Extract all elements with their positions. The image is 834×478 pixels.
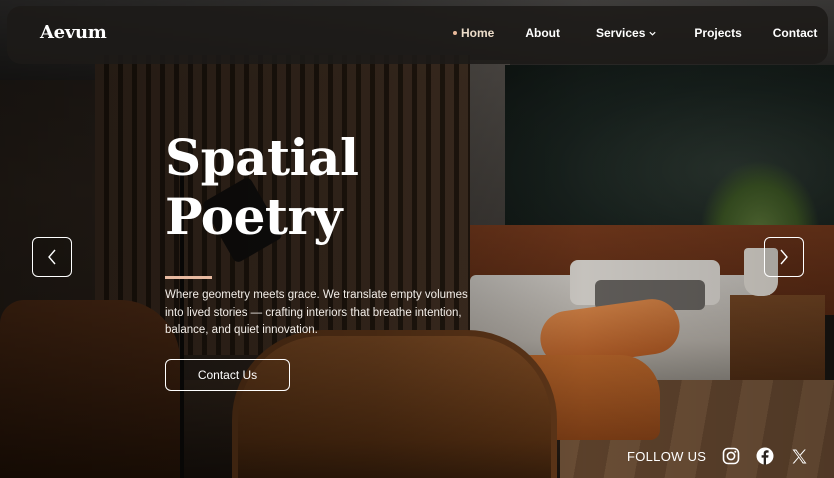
active-dot-icon	[453, 31, 457, 35]
instagram-icon[interactable]	[722, 447, 740, 465]
nav-item-label: Services	[596, 26, 646, 40]
nav-item-services[interactable]: Services	[596, 26, 657, 40]
nav-item-about[interactable]: About	[525, 26, 560, 40]
hero-background-image	[0, 0, 834, 478]
hero-title-line-2: Poetry	[165, 187, 342, 246]
contact-us-button[interactable]: Contact Us	[165, 359, 290, 391]
social-follow: FOLLOW US	[627, 447, 808, 465]
nav-links: Home About Services Projects Contact	[453, 26, 817, 40]
brand-logo[interactable]: Aevum	[40, 22, 107, 43]
chevron-down-icon	[649, 31, 657, 36]
carousel-next-button[interactable]	[764, 237, 804, 277]
hero-title-line-1: Spatial	[165, 128, 359, 187]
follow-label: FOLLOW US	[627, 448, 707, 464]
top-navbar: Aevum Home About Services Projects Conta…	[7, 6, 828, 64]
hero-title: Spatial Poetry	[165, 128, 359, 246]
nav-item-contact[interactable]: Contact	[773, 26, 818, 40]
nav-item-label: Home	[461, 26, 495, 40]
carousel-prev-button[interactable]	[32, 237, 72, 277]
hero-description: Where geometry meets grace. We translate…	[165, 289, 468, 336]
accent-divider	[165, 276, 212, 279]
x-icon[interactable]	[790, 447, 808, 465]
chevron-left-icon	[48, 249, 56, 265]
chevron-right-icon	[780, 249, 788, 265]
nav-item-projects[interactable]: Projects	[694, 26, 741, 40]
nav-item-home[interactable]: Home	[453, 26, 494, 40]
facebook-icon[interactable]	[756, 447, 774, 465]
